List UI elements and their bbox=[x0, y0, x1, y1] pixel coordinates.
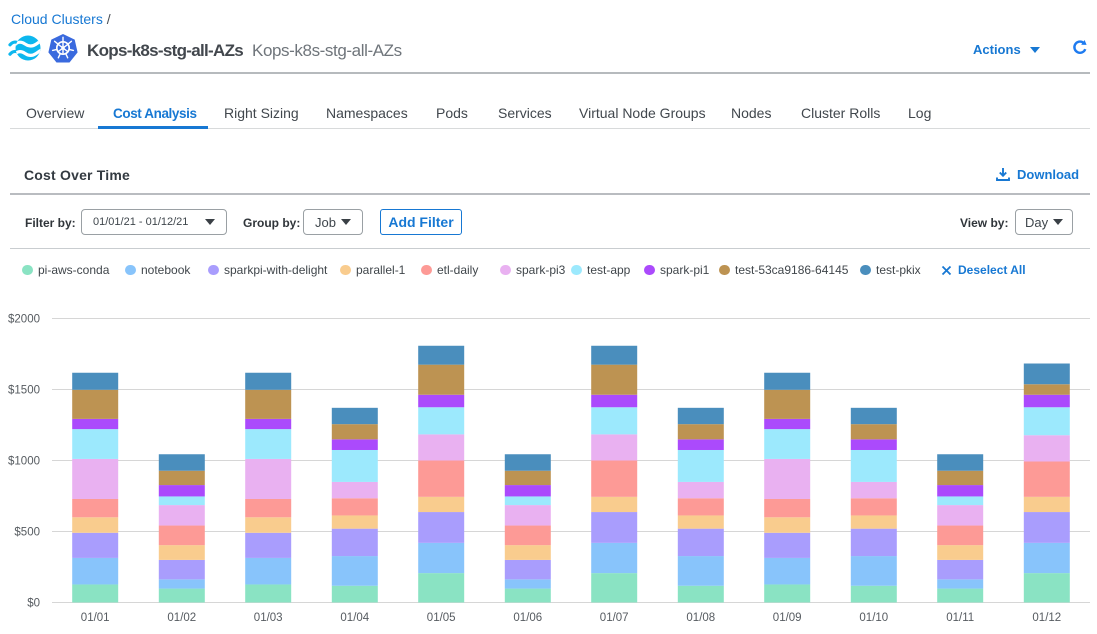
svg-text:01/03: 01/03 bbox=[254, 612, 283, 624]
svg-text:01/02: 01/02 bbox=[167, 612, 196, 624]
svg-text:01/10: 01/10 bbox=[859, 612, 888, 624]
svg-text:$500: $500 bbox=[14, 527, 40, 539]
svg-text:01/08: 01/08 bbox=[686, 612, 715, 624]
svg-text:01/04: 01/04 bbox=[340, 612, 369, 624]
svg-text:01/11: 01/11 bbox=[946, 612, 974, 624]
svg-text:01/07: 01/07 bbox=[600, 612, 629, 624]
svg-text:01/01: 01/01 bbox=[81, 612, 110, 624]
svg-text:01/06: 01/06 bbox=[513, 612, 542, 624]
svg-text:$1000: $1000 bbox=[8, 456, 40, 468]
svg-text:01/12: 01/12 bbox=[1032, 612, 1061, 624]
svg-text:$2000: $2000 bbox=[8, 314, 40, 326]
svg-text:01/09: 01/09 bbox=[773, 612, 802, 624]
svg-text:$0: $0 bbox=[27, 598, 40, 610]
svg-text:$1500: $1500 bbox=[8, 385, 40, 397]
svg-text:01/05: 01/05 bbox=[427, 612, 456, 624]
